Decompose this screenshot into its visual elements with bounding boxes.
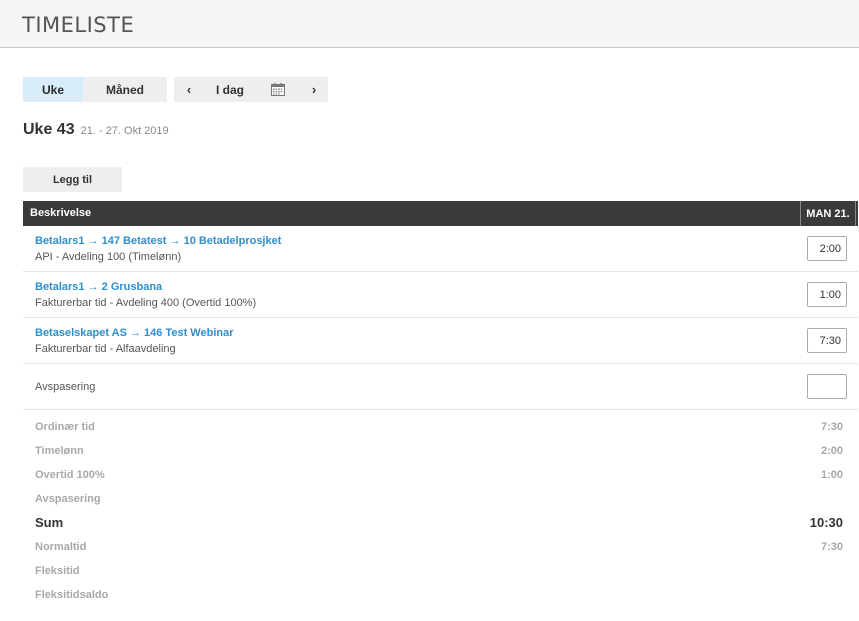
hours-input[interactable] xyxy=(807,236,847,261)
summary-value: 10:30 xyxy=(809,515,843,530)
view-month-button[interactable]: Måned xyxy=(83,77,167,102)
summary-label: Ordinær tid xyxy=(35,421,95,433)
summary-value: 2:00 xyxy=(820,445,843,457)
week-heading: Uke 43 21. - 27. Okt 2019 xyxy=(23,121,169,139)
summary-value: 7:30 xyxy=(820,421,843,433)
summary-label: Fleksitid xyxy=(35,565,80,577)
add-button[interactable]: Legg til xyxy=(23,167,122,192)
summary-label: Avspasering xyxy=(35,493,101,505)
summary-row: Timelønn 2:00 xyxy=(35,445,843,457)
summary-value: 7:30 xyxy=(820,541,843,553)
column-description: Beskrivelse xyxy=(30,207,92,219)
week-dates: 21. - 27. Okt 2019 xyxy=(80,125,169,137)
summary-total-row: Sum 10:30 xyxy=(35,515,843,530)
summary-label: Overtid 100% xyxy=(35,469,105,481)
today-button[interactable]: I dag xyxy=(210,77,250,102)
row-subtitle: Fakturerbar tid - Alfaavdeling xyxy=(35,343,176,355)
summary-row: Ordinær tid 7:30 xyxy=(35,421,843,433)
page-title: TIMELISTE xyxy=(22,13,135,37)
row-title-link[interactable]: Betaselskapet AS → 146 Test Webinar xyxy=(35,327,234,339)
summary-label: Timelønn xyxy=(35,445,84,457)
view-week-button[interactable]: Uke xyxy=(23,77,83,102)
table-row: Betalars1 → 147 Betatest → 10 Betadelpro… xyxy=(23,226,858,272)
summary-row: Fleksitidsaldo xyxy=(35,589,843,601)
table-header: Beskrivelse MAN 21. xyxy=(23,201,858,226)
summary-row: Fleksitid xyxy=(35,565,843,577)
calendar-icon[interactable] xyxy=(270,77,286,102)
page-header: TIMELISTE xyxy=(0,0,859,48)
week-label: Uke 43 xyxy=(23,121,75,138)
prev-week-button[interactable]: ‹ xyxy=(182,77,196,102)
avspasering-row: Avspasering xyxy=(23,364,858,410)
column-monday: MAN 21. xyxy=(800,201,856,226)
avspasering-input[interactable] xyxy=(807,374,847,399)
table-row: Betaselskapet AS → 146 Test Webinar Fakt… xyxy=(23,318,858,364)
row-subtitle: Fakturerbar tid - Avdeling 400 (Overtid … xyxy=(35,297,257,309)
row-title-link[interactable]: Betalars1 → 2 Grusbana xyxy=(35,281,162,293)
table-row: Betalars1 → 2 Grusbana Fakturerbar tid -… xyxy=(23,272,858,318)
summary-row: Overtid 100% 1:00 xyxy=(35,469,843,481)
date-navigator: ‹ I dag › xyxy=(174,77,328,102)
summary-label: Fleksitidsaldo xyxy=(35,589,109,601)
hours-input[interactable] xyxy=(807,282,847,307)
summary-value: 1:00 xyxy=(820,469,843,481)
next-week-button[interactable]: › xyxy=(307,77,321,102)
row-subtitle: API - Avdeling 100 (Timelønn) xyxy=(35,251,182,263)
row-title-link[interactable]: Betalars1 → 147 Betatest → 10 Betadelpro… xyxy=(35,235,281,247)
hours-input[interactable] xyxy=(807,328,847,353)
summary-row: Normaltid 7:30 xyxy=(35,541,843,553)
avspasering-label: Avspasering xyxy=(35,381,96,393)
summary-label: Sum xyxy=(35,515,64,530)
summary-row: Avspasering xyxy=(35,493,843,505)
summary-label: Normaltid xyxy=(35,541,87,553)
